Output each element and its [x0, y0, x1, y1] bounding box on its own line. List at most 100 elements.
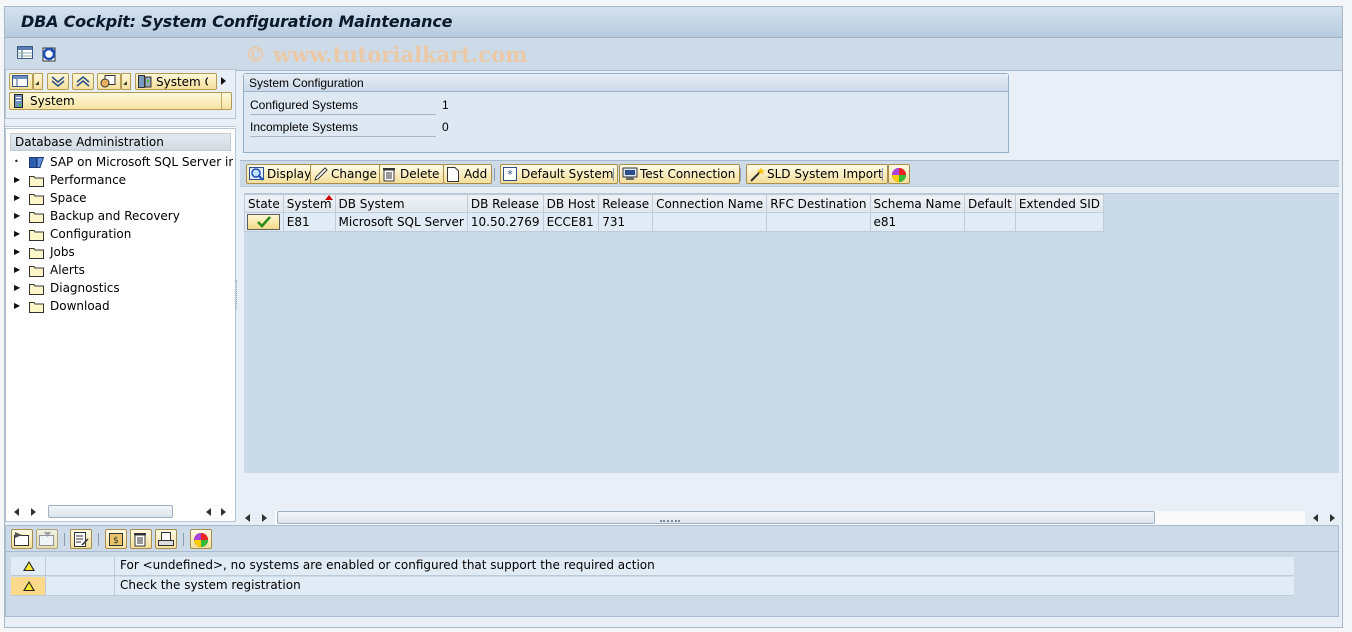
tree-item[interactable]: ▶ Configuration — [10, 225, 233, 243]
test-connection-button[interactable]: Test Connection — [619, 164, 741, 184]
display-icon — [249, 167, 264, 181]
system-selector[interactable]: System — [9, 92, 232, 110]
column-header[interactable]: DB Host — [542, 194, 600, 213]
horizontal-splitter[interactable] — [660, 520, 680, 523]
scroll-right-icon[interactable] — [221, 508, 226, 516]
column-header[interactable]: Schema Name — [869, 194, 965, 213]
tree-item[interactable]: ▶ Alerts — [10, 261, 233, 279]
collapse-button[interactable] — [36, 529, 58, 549]
tree-horizontal-scrollbar[interactable] — [10, 505, 230, 519]
add-label: Add — [464, 167, 488, 181]
system-list-area: Display Change Delete Add * Default Syst… — [240, 160, 1339, 525]
scroll-right-icon[interactable] — [31, 508, 36, 516]
tree-item[interactable]: ▶ Performance — [10, 171, 233, 189]
system-configuration-group: System Configuration Configured Systems … — [243, 73, 1009, 153]
print-button[interactable] — [155, 529, 177, 549]
tree-scroll-thumb[interactable] — [48, 505, 173, 518]
folder-icon — [29, 174, 44, 187]
tree-item[interactable]: ▶ Jobs — [10, 243, 233, 261]
page-title: DBA Cockpit: System Configuration Mainte… — [21, 12, 453, 31]
table-row[interactable]: E81 Microsoft SQL Server 10.50.2769 ECCE81 7… — [244, 212, 1105, 232]
expand-arrow-icon[interactable]: ▶ — [14, 189, 22, 207]
more-right-icon[interactable] — [221, 77, 226, 85]
column-header[interactable]: Default — [963, 194, 1016, 213]
expand-arrow-icon[interactable]: ▶ — [14, 243, 22, 261]
layout-dropdown[interactable] — [33, 73, 43, 90]
expand-arrow-icon[interactable]: ▶ — [14, 207, 22, 225]
message-row[interactable]: For <undefined>, no systems are enabled … — [11, 557, 1294, 576]
expand-arrow-icon[interactable]: ▶ — [14, 261, 22, 279]
column-header[interactable]: Release — [598, 194, 654, 213]
scroll-right-icon[interactable] — [1330, 514, 1335, 522]
sort-ascending-icon — [324, 195, 333, 200]
grid-cell[interactable]: 10.50.2769 — [466, 212, 544, 232]
grid-cell[interactable]: 731 — [598, 212, 654, 232]
sld-system-import-button[interactable]: SLD System Import — [746, 164, 888, 184]
scroll-left-icon[interactable] — [14, 508, 19, 516]
list-layout-icon[interactable] — [17, 46, 33, 60]
collapse-all-button[interactable] — [72, 73, 94, 90]
expand-arrow-icon[interactable]: ▶ — [14, 297, 22, 315]
display-button[interactable]: Display — [246, 164, 317, 184]
color-wheel-icon — [194, 533, 208, 547]
scroll-left-icon[interactable] — [206, 508, 211, 516]
tree-item[interactable]: • SAP on Microsoft SQL Server in t — [10, 153, 233, 171]
column-header[interactable]: System — [282, 194, 336, 213]
scroll-left-icon[interactable] — [1313, 514, 1318, 522]
details-button[interactable] — [70, 529, 92, 549]
refresh-icon[interactable] — [41, 46, 57, 62]
grid-cell[interactable]: e81 — [869, 212, 965, 232]
grid-scroll-thumb[interactable] — [277, 511, 1155, 524]
title-bar: DBA Cockpit: System Configuration Mainte… — [5, 7, 1342, 38]
expand-arrow-icon[interactable]: ▶ — [14, 225, 22, 243]
grid-cell[interactable] — [963, 212, 1016, 232]
system-selector-dropdown[interactable] — [221, 93, 231, 109]
state-cell[interactable] — [244, 212, 284, 232]
system-config-tab-button[interactable]: System C — [135, 73, 217, 90]
expand-all-button[interactable] — [47, 73, 69, 90]
watermark: © www.tutorialkart.com — [245, 42, 528, 67]
state-ok-button[interactable] — [247, 214, 280, 230]
scroll-left-icon[interactable] — [245, 514, 250, 522]
column-header[interactable]: DB System — [334, 194, 468, 213]
layout-button[interactable] — [9, 73, 33, 90]
add-button[interactable]: Add — [443, 164, 493, 184]
warning-icon — [23, 561, 35, 571]
grid-cell[interactable]: ECCE81 — [542, 212, 600, 232]
color-legend-button[interactable] — [190, 529, 212, 549]
default-system-button[interactable]: * Default System — [500, 164, 619, 184]
column-header[interactable]: Extended SID — [1014, 194, 1105, 213]
expand-button[interactable] — [11, 529, 33, 549]
column-header[interactable]: State — [244, 194, 284, 213]
column-header[interactable]: Connection Name — [652, 194, 768, 213]
favorites-button[interactable] — [97, 73, 121, 90]
tree-item[interactable]: ▶ Download — [10, 297, 233, 315]
tree-item[interactable]: ▶ Space — [10, 189, 233, 207]
technical-info-button[interactable]: $ — [105, 529, 127, 549]
grid-cell[interactable]: Microsoft SQL Server — [334, 212, 468, 232]
column-header[interactable]: DB Release — [466, 194, 544, 213]
tree-item-label: SAP on Microsoft SQL Server in t — [50, 155, 233, 169]
expand-arrow-icon[interactable]: ▶ — [14, 279, 22, 297]
default-system-label: Default System — [521, 167, 614, 181]
grid-cell[interactable]: E81 — [282, 212, 336, 232]
tree-item[interactable]: ▶ Backup and Recovery — [10, 207, 233, 225]
toolbar-separator — [494, 168, 495, 181]
delete-button[interactable]: Delete — [379, 164, 445, 184]
scroll-right-icon[interactable] — [262, 514, 267, 522]
column-header-label: DB Host — [546, 196, 596, 211]
grid-horizontal-scrollbar[interactable] — [240, 510, 1339, 526]
grid-cell[interactable] — [766, 212, 871, 232]
change-button[interactable]: Change — [310, 164, 382, 184]
grid-cell[interactable] — [652, 212, 768, 232]
expand-arrow-icon[interactable]: ▶ — [14, 171, 22, 189]
favorites-dropdown[interactable] — [121, 73, 131, 90]
tree-item[interactable]: ▶ Diagnostics — [10, 279, 233, 297]
message-row[interactable]: Check the system registration — [11, 577, 1294, 596]
grid-cell[interactable] — [1014, 212, 1105, 232]
column-header[interactable]: RFC Destination — [766, 194, 871, 213]
collapse-icon — [39, 532, 54, 546]
vertical-splitter[interactable] — [236, 280, 239, 310]
color-legend-button[interactable] — [888, 164, 910, 184]
delete-messages-button[interactable] — [130, 529, 152, 549]
